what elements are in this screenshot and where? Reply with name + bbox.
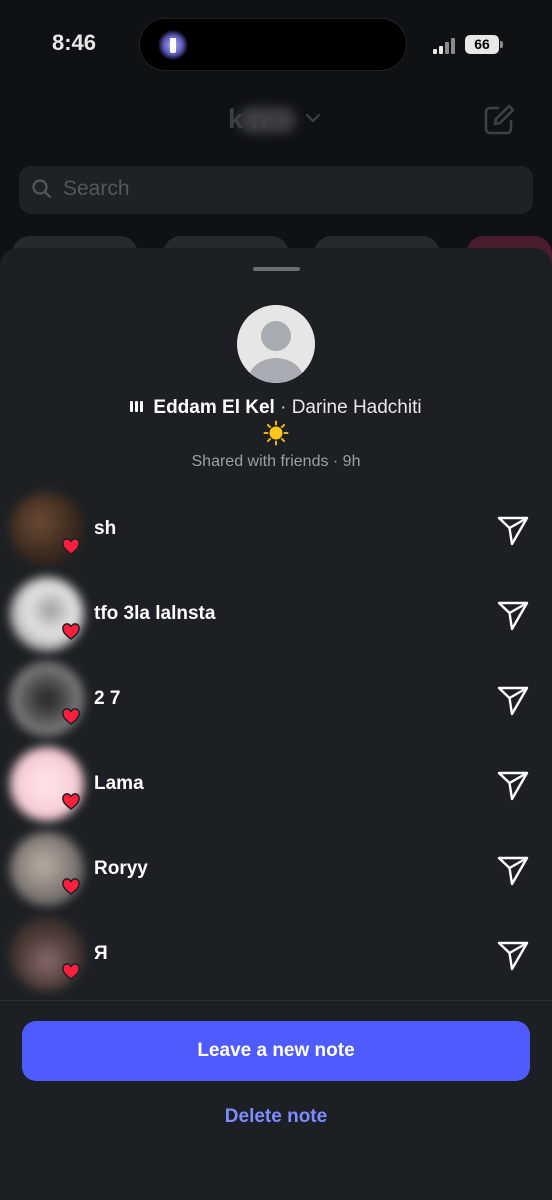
sheet-drag-handle[interactable] bbox=[253, 267, 300, 271]
sun-emoji-icon bbox=[263, 420, 289, 446]
status-bar: 8:46 66 bbox=[0, 0, 552, 90]
delete-note-button[interactable]: Delete note bbox=[0, 1106, 552, 1128]
liker-name: 2 7 bbox=[94, 688, 121, 709]
search-icon bbox=[32, 179, 52, 199]
song-separator: · bbox=[274, 397, 292, 418]
search-bar[interactable]: Search bbox=[19, 166, 533, 214]
heart-icon bbox=[62, 963, 80, 980]
list-item[interactable]: tfo 3la lalnsta bbox=[0, 573, 552, 658]
leave-new-note-button[interactable]: Leave a new note bbox=[22, 1021, 530, 1081]
song-artist: Darine Hadchiti bbox=[291, 397, 422, 418]
search-placeholder: Search bbox=[63, 177, 130, 200]
note-music-line[interactable]: Eddam El Kel · Darine Hadchiti bbox=[0, 396, 552, 419]
signal-icon bbox=[433, 38, 459, 54]
heart-icon bbox=[62, 623, 80, 640]
send-icon[interactable] bbox=[495, 682, 531, 718]
battery-tip bbox=[500, 41, 503, 48]
send-icon[interactable] bbox=[495, 767, 531, 803]
chevron-down-icon[interactable] bbox=[305, 111, 321, 125]
flashlight-icon bbox=[158, 30, 188, 60]
avatar bbox=[237, 305, 315, 383]
list-item[interactable]: Roryy bbox=[0, 828, 552, 913]
heart-icon bbox=[62, 793, 80, 810]
list-item[interactable]: Lama bbox=[0, 743, 552, 828]
send-icon[interactable] bbox=[495, 512, 531, 548]
liker-name: tfo 3la lalnsta bbox=[94, 603, 216, 624]
heart-icon bbox=[62, 878, 80, 895]
heart-icon bbox=[62, 708, 80, 725]
send-icon[interactable] bbox=[495, 852, 531, 888]
music-bars-icon bbox=[130, 396, 145, 418]
list-item[interactable]: sh bbox=[0, 488, 552, 573]
song-title: Eddam El Kel bbox=[153, 397, 275, 418]
account-switcher[interactable]: k n bbox=[228, 103, 300, 135]
compose-icon[interactable] bbox=[482, 103, 516, 137]
default-avatar-icon bbox=[248, 321, 304, 383]
shared-with-label: Shared with friends · 9h bbox=[191, 453, 361, 470]
note-sheet: Eddam El Kel · Darine Hadchiti Shared wi… bbox=[0, 248, 552, 1200]
divider bbox=[0, 1000, 552, 1001]
heart-icon bbox=[62, 538, 80, 555]
send-icon[interactable] bbox=[495, 937, 531, 973]
list-item[interactable]: 2 7 bbox=[0, 658, 552, 743]
send-icon[interactable] bbox=[495, 597, 531, 633]
battery-icon: 66 bbox=[465, 35, 499, 54]
list-item[interactable]: Я bbox=[0, 913, 552, 998]
liker-name: Roryy bbox=[94, 858, 148, 879]
liker-name: sh bbox=[94, 518, 117, 539]
liker-name: Lama bbox=[94, 773, 144, 794]
liker-name: Я bbox=[94, 943, 108, 964]
dynamic-island bbox=[139, 18, 407, 71]
account-username: k n bbox=[228, 104, 268, 134]
status-time: 8:46 bbox=[52, 30, 97, 55]
